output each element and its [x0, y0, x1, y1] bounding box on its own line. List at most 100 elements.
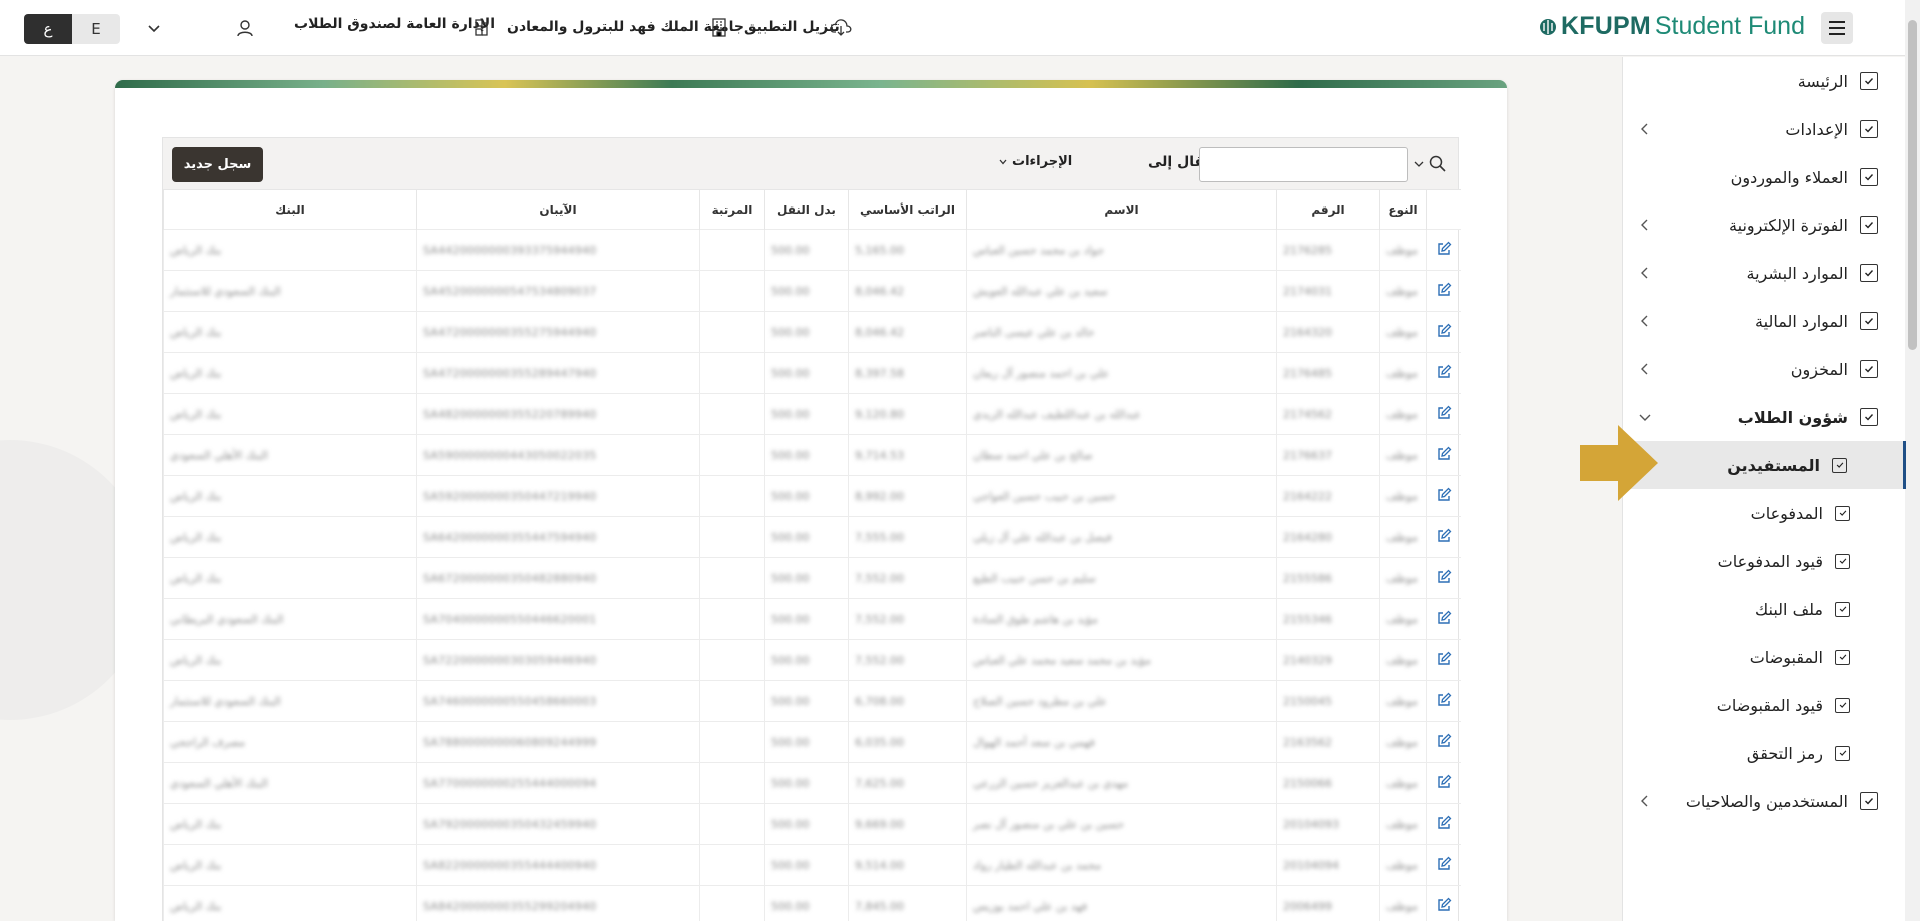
edit-icon[interactable] [1436, 364, 1452, 380]
actions-menu[interactable]: الإجراءات [998, 154, 1072, 169]
edit-cell[interactable] [1426, 270, 1461, 312]
brand-logo[interactable]: KFUPM Student Fund [1539, 12, 1805, 41]
edit-cell[interactable] [1426, 352, 1461, 394]
sidebar-item-2[interactable]: العملاء والموردون [1623, 153, 1906, 201]
edit-cell[interactable] [1426, 516, 1461, 558]
sidebar-item-5[interactable]: الموارد المالية [1623, 297, 1906, 345]
table-row[interactable]: موظف 2164320 خالد بن علي عيسى الناصر 8,046.… [163, 311, 1461, 353]
edit-icon[interactable] [1436, 733, 1452, 749]
table-row[interactable]: موظف 2150066 مهدي بن عبدالغزيز حسين الزرعي… [163, 762, 1461, 804]
edit-cell[interactable] [1426, 393, 1461, 435]
cell-value: 8,397.58 [855, 366, 904, 380]
sidebar-subitem-4[interactable]: المقبوضات [1623, 633, 1906, 681]
new-record-button[interactable]: سجل جديد [172, 147, 263, 182]
cell-value: فهمي بن سعد أحمد الهوال [973, 735, 1095, 749]
edit-cell[interactable] [1426, 762, 1461, 804]
column-header-bank[interactable]: البنك [163, 189, 417, 230]
sidebar-item-3[interactable]: الفوترة الإلكترونية [1623, 201, 1906, 249]
edit-icon[interactable] [1436, 405, 1452, 421]
edit-icon[interactable] [1436, 692, 1452, 708]
university-link[interactable]: جامعة الملك فهد للبترول والمعادن [507, 16, 744, 35]
cell-type: موظف [1379, 680, 1427, 722]
table-row[interactable]: موظف 20104093 حسين بن علي بن منصور آل نصر 9… [163, 803, 1461, 845]
column-header-transport-allowance[interactable]: بدل النقل [764, 189, 849, 230]
edit-icon[interactable] [1436, 528, 1452, 544]
download-app-link[interactable]: تنزيل التطبيق [744, 16, 840, 35]
column-header-grade[interactable]: المرتبة [699, 189, 765, 230]
table-row[interactable]: موظف 2155586 سليم بن حسن حبيب الطيع 7,552.0… [163, 557, 1461, 599]
table-row[interactable]: موظف 20104094 محمد بن عبدالله الطيار رواد 9… [163, 844, 1461, 886]
edit-icon[interactable] [1436, 487, 1452, 503]
edit-cell[interactable] [1426, 598, 1461, 640]
edit-cell[interactable] [1426, 434, 1461, 476]
edit-cell[interactable] [1426, 475, 1461, 517]
edit-icon[interactable] [1436, 323, 1452, 339]
edit-icon[interactable] [1436, 446, 1452, 462]
chevron-down-icon[interactable] [144, 18, 164, 38]
edit-cell[interactable] [1426, 311, 1461, 353]
sidebar-item-users-permissions[interactable]: المستخدمين والصلاحيات [1623, 777, 1906, 825]
search-column-selector[interactable] [1413, 153, 1451, 175]
edit-icon[interactable] [1436, 815, 1452, 831]
table-row[interactable]: موظف 2155346 مؤيد بن هاشم طوق السادة 7,552.… [163, 598, 1461, 640]
edit-icon[interactable] [1436, 282, 1452, 298]
column-header-number[interactable]: الرقم [1276, 189, 1380, 230]
table-row[interactable]: موظف 2164280 فيصل بن عبدالله علي آل زيلي 7,… [163, 516, 1461, 558]
sidebar-subitem-0[interactable]: المستفيدين [1623, 441, 1906, 489]
sidebar-item-0[interactable]: الرئيسة [1623, 57, 1906, 105]
sidebar-item-1[interactable]: الإعدادات [1623, 105, 1906, 153]
sidebar-item-6[interactable]: المخزون [1623, 345, 1906, 393]
edit-cell[interactable] [1426, 885, 1461, 921]
cell-transport-allowance: 500.00 [764, 762, 849, 804]
column-header-type[interactable]: النوع [1379, 189, 1427, 230]
edit-icon[interactable] [1436, 610, 1452, 626]
search-input[interactable] [1199, 147, 1408, 182]
scrollbar-thumb[interactable] [1908, 20, 1917, 350]
table-row[interactable]: موظف 2163562 فهمي بن سعد أحمد الهوال 6,035.… [163, 721, 1461, 763]
language-arabic-button[interactable]: ع [24, 14, 72, 44]
sidebar-item-4[interactable]: الموارد البشرية [1623, 249, 1906, 297]
page-scrollbar[interactable] [1905, 0, 1920, 921]
sidebar-item-7[interactable]: شؤون الطلاب [1623, 393, 1906, 441]
table-row[interactable]: موظف 2174031 سعيد بن علي عبدالله العويش 8,0… [163, 270, 1461, 312]
table-row[interactable]: موظف 2176637 صالح بن علي احمد سطان 9,714.53… [163, 434, 1461, 476]
column-header-name[interactable]: الاسم [966, 189, 1277, 230]
edit-icon[interactable] [1436, 569, 1452, 585]
edit-cell[interactable] [1426, 680, 1461, 722]
cell-name: فهمي بن سعد أحمد الهوال [966, 721, 1277, 763]
org-label-wrap[interactable]: الإدارة العامة لصندوق الطلاب [294, 16, 495, 32]
org-label: الإدارة العامة لصندوق الطلاب [294, 16, 495, 32]
edit-cell[interactable] [1426, 721, 1461, 763]
edit-cell[interactable] [1426, 557, 1461, 599]
column-header-basic-salary[interactable]: الراتب الأساسي [848, 189, 967, 230]
edit-icon[interactable] [1436, 774, 1452, 790]
menu-toggle-button[interactable] [1821, 12, 1853, 44]
cell-value: البنك السعودي للاستثمار [170, 284, 281, 298]
cell-value: موظف [1386, 612, 1418, 626]
table-row[interactable]: موظف 2006499 فهد بن علي احمد بوزيس 7,845.00… [163, 885, 1461, 921]
edit-icon[interactable] [1436, 241, 1452, 257]
org-link[interactable] [235, 14, 255, 42]
sidebar-subitem-6[interactable]: رمز التحقق [1623, 729, 1906, 777]
sidebar-subitem-2[interactable]: قيود المدفوعات [1623, 537, 1906, 585]
sidebar-subitem-5[interactable]: قيود المقبوضات [1623, 681, 1906, 729]
edit-cell[interactable] [1426, 639, 1461, 681]
table-row[interactable]: موظف 2140329 مؤيد بن محمد سعيد محمد علي ال… [163, 639, 1461, 681]
table-row[interactable]: موظف 2176285 جواد بن محمد حسين العباس 5,165… [163, 229, 1461, 271]
edit-icon[interactable] [1436, 651, 1452, 667]
sidebar-subitem-3[interactable]: ملف البنك [1623, 585, 1906, 633]
edit-cell[interactable] [1426, 844, 1461, 886]
edit-cell[interactable] [1426, 803, 1461, 845]
table-row[interactable]: موظف 2174562 عبدالله بن عبداللطيف عبدالله … [163, 393, 1461, 435]
edit-icon[interactable] [1436, 856, 1452, 872]
sidebar-subitem-1[interactable]: المدفوعات [1623, 489, 1906, 537]
edit-cell[interactable] [1426, 229, 1461, 271]
column-header-iban[interactable]: الآيبان [416, 189, 700, 230]
table-row[interactable]: موظف 2150045 علي بن مطرود حسين الصلاح 6,708… [163, 680, 1461, 722]
language-english-button[interactable]: E [72, 14, 120, 44]
edit-icon[interactable] [1436, 897, 1452, 913]
table-row[interactable]: موظف 2164222 حسين بن حبيب حسين العواجي 8,99… [163, 475, 1461, 517]
cell-transport-allowance: 500.00 [764, 352, 849, 394]
cell-value: 500.00 [771, 489, 810, 503]
table-row[interactable]: موظف 2176485 علي بن احمد منصور آل ريعان 8,3… [163, 352, 1461, 394]
